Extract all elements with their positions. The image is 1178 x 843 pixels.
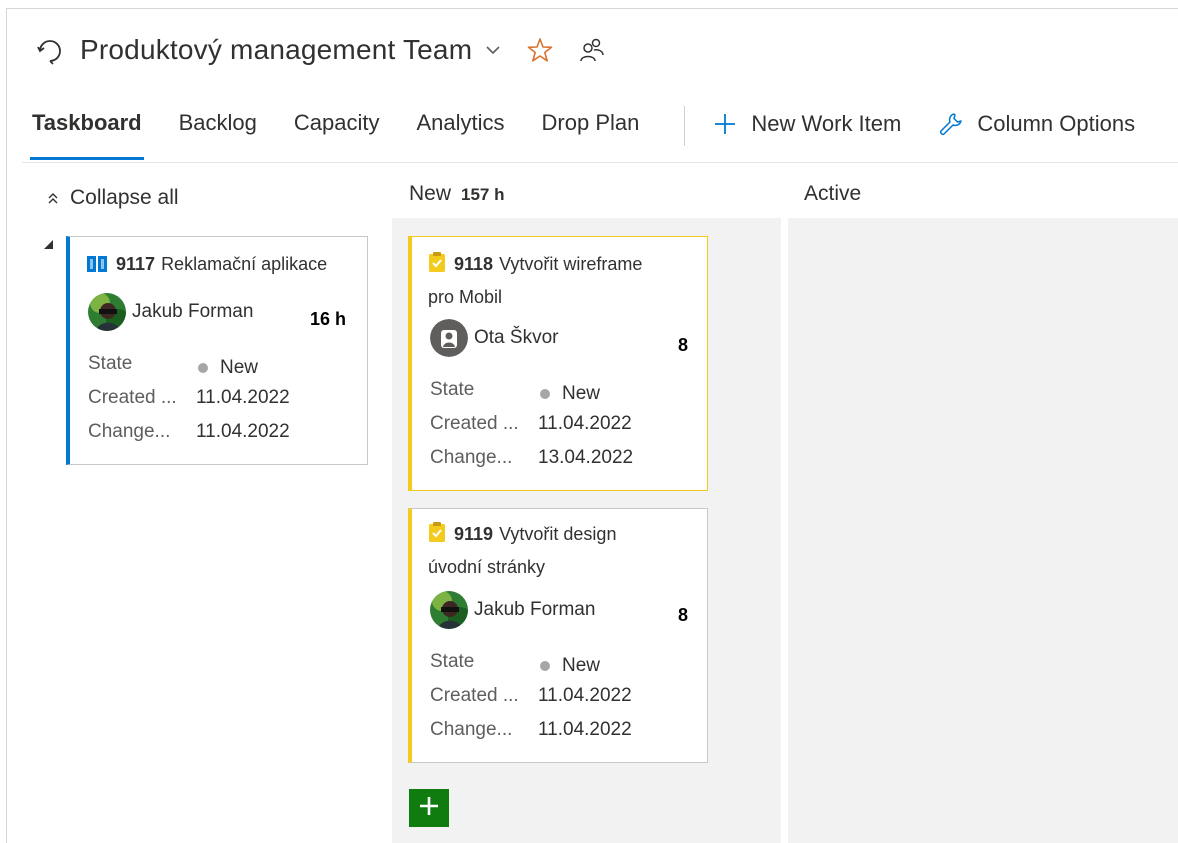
field-created: Created ... 11.04.2022 xyxy=(430,413,632,435)
team-refresh-icon xyxy=(32,33,66,67)
work-item-id: 9117 xyxy=(116,254,156,274)
field-created: Created ... 11.04.2022 xyxy=(430,685,632,707)
card-title[interactable]: 9119 Vytvořit design úvodní stránky xyxy=(428,519,698,582)
chevron-down-icon[interactable] xyxy=(482,39,504,61)
assignee[interactable]: Jakub Forman xyxy=(88,293,253,331)
tab-drop-plan[interactable]: Drop Plan xyxy=(540,104,642,160)
task-card[interactable]: 9118 Vytvořit wireframe pro Mobil Ota Škvo… xyxy=(408,236,708,491)
field-value-changed: 11.04.2022 xyxy=(196,421,290,442)
effort-value: 8 xyxy=(678,605,689,625)
user-story-book-icon xyxy=(86,252,108,282)
field-label-created: Created ... xyxy=(430,413,519,434)
task-card[interactable]: 9119 Vytvořit design úvodní stránky Jakub … xyxy=(408,508,708,763)
field-label-changed: Change... xyxy=(430,719,513,740)
state-dot-icon xyxy=(540,389,550,399)
field-value-changed: 11.04.2022 xyxy=(538,719,632,740)
work-item-title-line2: pro Mobil xyxy=(428,287,503,307)
field-changed: Change... 11.04.2022 xyxy=(88,421,290,443)
field-value-state: New xyxy=(562,655,601,676)
tab-capacity[interactable]: Capacity xyxy=(292,104,382,160)
field-value-changed: 13.04.2022 xyxy=(538,447,634,468)
state-dot-icon xyxy=(198,363,208,373)
plus-icon xyxy=(418,795,440,822)
column-active[interactable] xyxy=(788,218,1178,843)
effort-value: 8 xyxy=(678,335,689,355)
field-label-state: State xyxy=(430,651,475,672)
field-state: State New xyxy=(430,379,600,405)
task-clipboard-icon xyxy=(428,251,446,282)
card-title[interactable]: 9117 Reklamační aplikace xyxy=(86,249,327,282)
tab-backlog[interactable]: Backlog xyxy=(177,104,259,160)
state-dot-icon xyxy=(540,661,550,671)
tab-taskboard[interactable]: Taskboard xyxy=(30,104,144,160)
tab-bar: Taskboard Backlog Capacity Analytics Dro… xyxy=(30,104,1171,160)
tab-divider xyxy=(22,162,1178,163)
assignee-name: Ota Škvor xyxy=(474,327,559,348)
column-header-new: New 157 h xyxy=(409,182,505,206)
work-item-title-line1: Vytvořit design xyxy=(499,524,617,544)
field-value-created: 11.04.2022 xyxy=(538,413,632,434)
field-changed: Change... 13.04.2022 xyxy=(430,447,633,469)
task-clipboard-icon xyxy=(428,521,446,552)
page-header: Produktový management Team xyxy=(32,30,606,70)
field-value-created: 11.04.2022 xyxy=(538,685,632,706)
assignee[interactable]: Jakub Forman xyxy=(430,591,595,629)
team-members-icon[interactable] xyxy=(578,36,606,64)
work-item-title-line2: úvodní stránky xyxy=(428,557,546,577)
favorite-star-icon[interactable] xyxy=(526,36,554,64)
tab-analytics[interactable]: Analytics xyxy=(415,104,507,160)
effort-value: 16 h xyxy=(310,309,347,329)
field-label-state: State xyxy=(88,353,133,374)
field-value-created: 11.04.2022 xyxy=(196,387,290,408)
avatar xyxy=(430,591,468,629)
new-work-item-label: New Work Item xyxy=(751,111,902,136)
card-title[interactable]: 9118 Vytvořit wireframe pro Mobil xyxy=(428,249,698,312)
field-changed: Change... 11.04.2022 xyxy=(430,719,632,741)
add-task-button[interactable] xyxy=(409,789,449,827)
field-state: State New xyxy=(430,651,600,677)
field-created: Created ... 11.04.2022 xyxy=(88,387,290,409)
collapse-all-button[interactable]: Collapse all xyxy=(44,186,179,210)
field-label-changed: Change... xyxy=(88,421,171,442)
plus-icon xyxy=(711,110,739,138)
double-chevron-up-icon xyxy=(44,189,62,207)
tab-separator xyxy=(684,106,686,146)
column-new-hours: 157 h xyxy=(461,185,505,204)
work-item-title: Reklamační aplikace xyxy=(161,254,328,274)
work-item-id: 9118 xyxy=(454,254,494,274)
new-work-item-button[interactable]: New Work Item xyxy=(711,104,901,138)
avatar xyxy=(88,293,126,331)
team-name[interactable]: Produktový management Team xyxy=(80,34,472,66)
assignee-name: Jakub Forman xyxy=(474,599,596,620)
field-value-state: New xyxy=(220,357,259,378)
column-options-label: Column Options xyxy=(977,111,1136,136)
field-state: State New xyxy=(88,353,258,379)
work-item-title-line1: Vytvořit wireframe xyxy=(499,254,643,274)
field-label-created: Created ... xyxy=(430,685,519,706)
assignee[interactable]: Ota Škvor xyxy=(430,319,558,357)
field-label-state: State xyxy=(430,379,475,400)
avatar xyxy=(430,319,468,357)
wrench-icon xyxy=(937,110,965,138)
field-label-changed: Change... xyxy=(430,447,513,468)
row-expand-toggle[interactable] xyxy=(44,240,53,249)
assignee-name: Jakub Forman xyxy=(132,301,254,322)
column-header-active: Active xyxy=(804,182,861,206)
column-new-label: New xyxy=(409,182,452,205)
parent-work-item-card[interactable]: 9117 Reklamační aplikace Jakub Forman 16 … xyxy=(66,236,368,465)
column-active-label: Active xyxy=(804,182,862,205)
field-label-created: Created ... xyxy=(88,387,177,408)
column-options-button[interactable]: Column Options xyxy=(937,104,1135,138)
collapse-all-label: Collapse all xyxy=(70,186,179,209)
field-value-state: New xyxy=(562,383,601,404)
work-item-id: 9119 xyxy=(454,524,494,544)
